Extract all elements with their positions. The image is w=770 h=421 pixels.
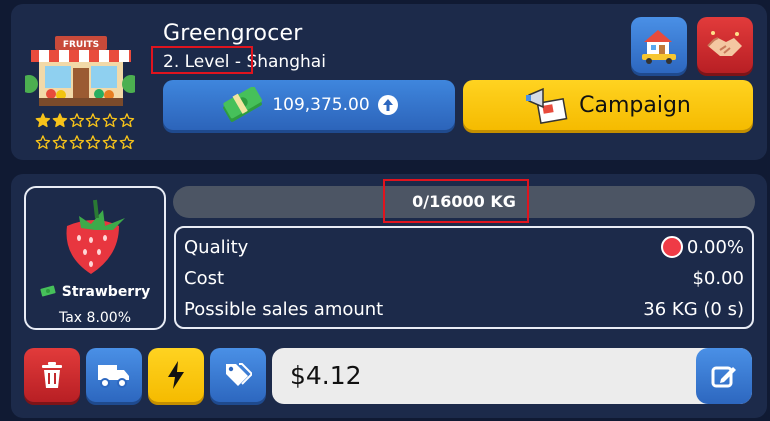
star-empty-icon bbox=[69, 113, 84, 128]
product-card[interactable]: Strawberry Tax 8.00% bbox=[24, 186, 166, 330]
boost-button[interactable] bbox=[148, 348, 204, 402]
stat-row-cost: Cost $0.00 bbox=[184, 265, 744, 291]
stat-label: Possible sales amount bbox=[184, 298, 384, 320]
stat-row-quality: Quality 0.00% bbox=[184, 234, 744, 260]
edit-price-button[interactable] bbox=[696, 348, 752, 404]
handshake-deal-button[interactable] bbox=[697, 17, 753, 73]
product-tax: Tax 8.00% bbox=[58, 310, 132, 326]
money-balance-button[interactable]: 109,375.00 bbox=[163, 80, 455, 130]
star-filled-icon bbox=[35, 113, 51, 128]
star-empty-icon bbox=[102, 113, 118, 128]
stat-row-sales-amount: Possible sales amount 36 KG (0 s) bbox=[184, 296, 744, 322]
star-empty-icon bbox=[119, 113, 135, 128]
stat-value: 36 KG (0 s) bbox=[643, 298, 744, 320]
star-empty-icon bbox=[86, 135, 101, 150]
stat-value: 0.00% bbox=[686, 236, 744, 258]
lightning-icon bbox=[168, 361, 184, 389]
shop-header-panel: FRUITS Greengrocer 2. Level - Shanghai 1… bbox=[11, 4, 767, 160]
megaphone-icon bbox=[526, 87, 568, 124]
star-empty-icon bbox=[119, 135, 135, 150]
star-empty-icon bbox=[86, 113, 101, 128]
level-highlight-box bbox=[151, 46, 253, 74]
tags-icon bbox=[226, 363, 252, 386]
star-empty-icon bbox=[69, 135, 84, 150]
campaign-button[interactable]: Campaign bbox=[463, 80, 753, 130]
house-truck-icon bbox=[642, 30, 676, 64]
delivery-button[interactable] bbox=[86, 348, 142, 402]
campaign-label: Campaign bbox=[579, 92, 691, 118]
price-input[interactable]: $4.12 bbox=[272, 348, 752, 404]
star-empty-icon bbox=[35, 135, 51, 150]
star-empty-icon bbox=[102, 135, 118, 150]
stats-box: Quality 0.00% Cost $0.00 Possible sales … bbox=[174, 226, 754, 329]
edit-icon bbox=[711, 366, 736, 388]
shop-title: Greengrocer bbox=[163, 21, 303, 46]
real-estate-button[interactable] bbox=[631, 17, 687, 73]
delete-button[interactable] bbox=[24, 348, 80, 402]
shop-city: Shanghai bbox=[246, 52, 326, 72]
rating-stars-row-2 bbox=[35, 133, 135, 153]
product-panel: Strawberry Tax 8.00% 0/16000 KG Quality … bbox=[11, 174, 767, 418]
money-amount: 109,375.00 bbox=[272, 95, 370, 115]
product-name-line: Strawberry bbox=[26, 284, 164, 300]
price-value: $4.12 bbox=[290, 361, 362, 390]
price-tag-button[interactable] bbox=[210, 348, 266, 402]
shop-sign-text: FRUITS bbox=[63, 40, 99, 50]
cash-stack-icon bbox=[223, 87, 263, 122]
rating-stars-row-1 bbox=[35, 111, 135, 131]
stock-highlight-box bbox=[383, 179, 529, 223]
trash-icon bbox=[42, 362, 62, 388]
handshake-icon bbox=[707, 31, 742, 56]
stat-label: Cost bbox=[184, 267, 225, 289]
star-filled-icon bbox=[52, 113, 67, 128]
strawberry-icon bbox=[66, 199, 125, 274]
product-name: Strawberry bbox=[61, 284, 151, 300]
cash-icon bbox=[40, 285, 56, 297]
stat-value: $0.00 bbox=[692, 267, 744, 289]
quality-indicator-icon bbox=[660, 236, 683, 258]
star-empty-icon bbox=[52, 135, 67, 150]
arrow-up-circle-icon bbox=[377, 95, 398, 115]
truck-icon bbox=[98, 365, 129, 388]
storefront-icon: FRUITS bbox=[25, 36, 135, 106]
stat-label: Quality bbox=[184, 236, 249, 258]
